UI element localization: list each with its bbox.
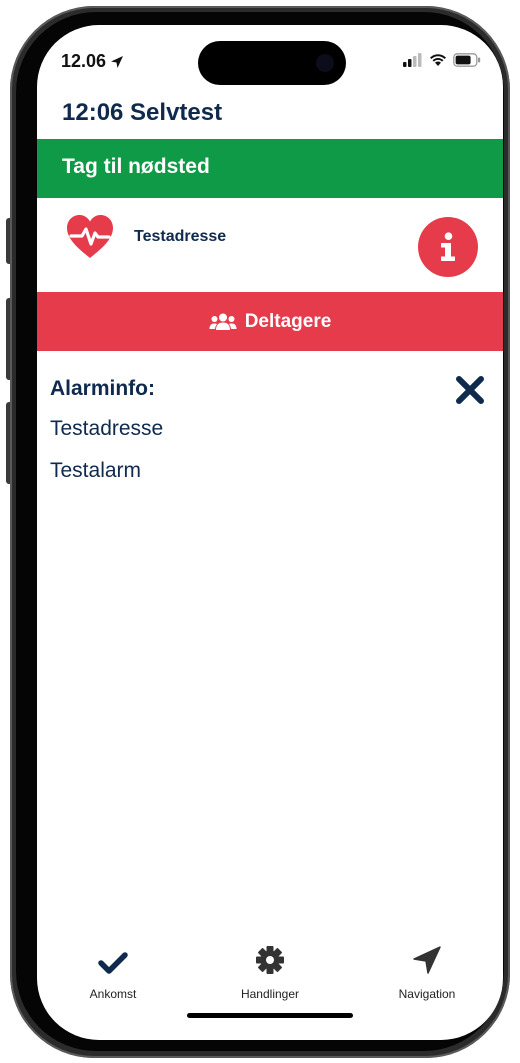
status-banner: Tag til nødsted: [37, 139, 503, 198]
bottom-tab-bar: Ankomst Handlinger Navigation: [37, 935, 503, 1005]
address-label: Testadresse: [134, 228, 227, 245]
wifi-icon: [430, 54, 446, 66]
participants-button[interactable]: Deltagere: [37, 292, 503, 351]
heartbeat-icon: [67, 215, 113, 258]
page-title: 12:06 Selvtest: [62, 99, 223, 126]
tab-handlinger-label: Handlinger: [240, 987, 300, 1001]
users-icon: [209, 313, 237, 330]
close-button[interactable]: [455, 375, 485, 410]
tab-navigation-label: Navigation: [398, 987, 456, 1001]
status-time-label: 12.06: [61, 51, 107, 71]
tab-ankomst-label: Ankomst: [89, 987, 137, 1001]
status-banner-label: Tag til nødsted: [62, 155, 210, 178]
info-button[interactable]: [418, 217, 478, 277]
front-camera: [316, 54, 334, 72]
cellular-signal-icon: [403, 53, 422, 67]
info-icon: [441, 232, 455, 261]
device-stage: 12.06 12:06 Selvtest Tag til nødsted Tes…: [0, 0, 520, 1063]
gear-icon: [256, 946, 284, 974]
alarm-info-address: Testadresse: [50, 417, 164, 440]
status-time: 12.06: [61, 51, 124, 72]
close-icon: [456, 376, 484, 404]
status-indicators: [403, 53, 481, 67]
battery-icon: [453, 53, 481, 67]
checkmark-icon: [98, 952, 128, 974]
alarm-info-type: Testalarm: [50, 459, 142, 482]
address-row: Testadresse: [37, 198, 503, 292]
alarm-info-title: Alarminfo:: [50, 377, 155, 400]
tab-navigation[interactable]: Navigation: [382, 935, 472, 1001]
home-indicator[interactable]: [187, 1013, 353, 1018]
tab-handlinger[interactable]: Handlinger: [217, 935, 323, 1001]
tab-ankomst[interactable]: Ankomst: [75, 935, 151, 1001]
participants-label: Deltagere: [244, 310, 332, 332]
location-arrow-icon: [413, 946, 441, 974]
location-services-icon: [111, 55, 124, 68]
phone-screen: 12.06 12:06 Selvtest Tag til nødsted Tes…: [37, 25, 503, 1040]
dynamic-island: [198, 41, 346, 85]
